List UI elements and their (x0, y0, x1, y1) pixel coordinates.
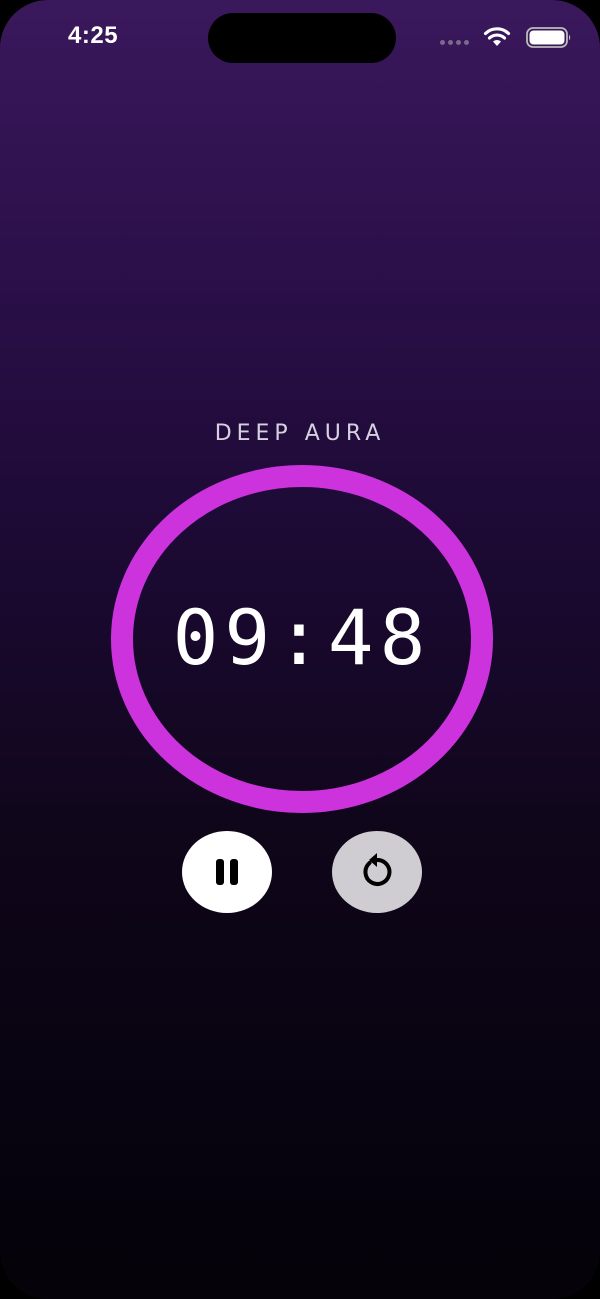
wifi-icon (483, 27, 511, 46)
dynamic-island (208, 13, 396, 63)
app-screen: 4:25 DEEP AURA 09:48 (0, 0, 600, 1299)
pause-button[interactable] (182, 831, 272, 913)
battery-icon (526, 27, 571, 48)
status-bar-time: 4:25 (68, 22, 119, 49)
countdown-display: 09:48 (172, 593, 432, 682)
reset-icon (363, 853, 392, 886)
reset-button[interactable] (332, 831, 422, 913)
cellular-signal-icon (440, 40, 469, 45)
session-title: DEEP AURA (214, 421, 386, 446)
pause-icon (216, 859, 238, 885)
